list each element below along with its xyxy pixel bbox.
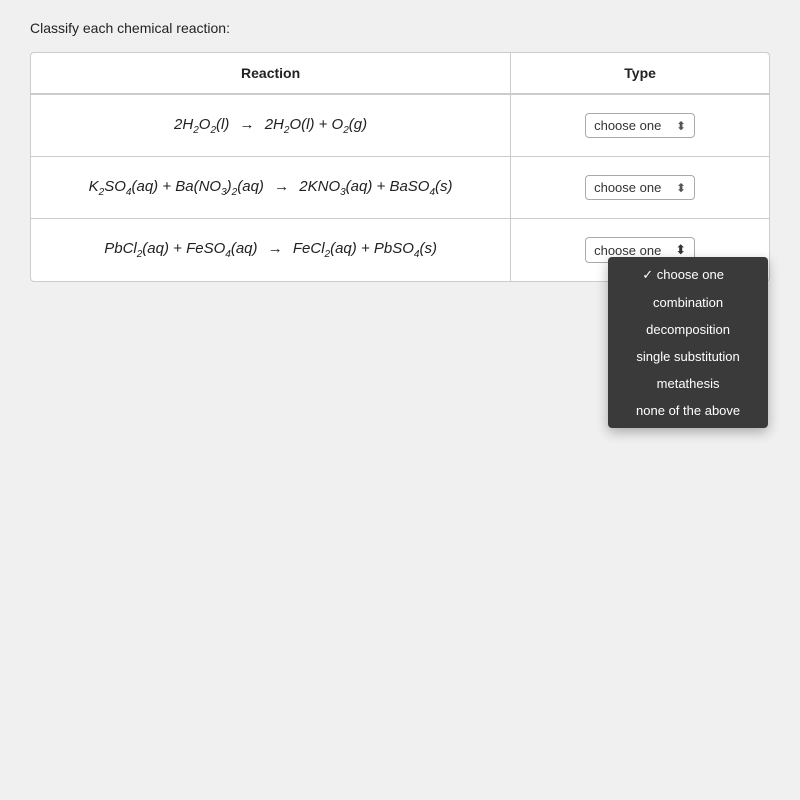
type-cell-2: choose one ⬍ [511, 157, 769, 219]
equation-1: 2H2O2(l) → 2H2O(l) + O2(g) [174, 116, 367, 133]
reaction-cell-3: PbCl2(aq) + FeSO4(aq) → FeCl2(aq) + PbSO… [31, 219, 511, 282]
select-label-row3: choose one [594, 243, 661, 258]
dropdown-option-none-of-the-above[interactable]: none of the above [608, 397, 768, 424]
page-wrapper: Classify each chemical reaction: Reactio… [0, 0, 800, 800]
reactions-table: Reaction Type 2H2O2(l) → 2H2O(l) + O2(g)… [31, 53, 769, 281]
dropdown-option-single-substitution[interactable]: single substitution [608, 343, 768, 370]
table-row: 2H2O2(l) → 2H2O(l) + O2(g) choose one ⬍ [31, 94, 769, 157]
table-row: K2SO4(aq) + Ba(NO3)2(aq) → 2KNO3(aq) + B… [31, 157, 769, 219]
chevron-icon-row3: ⬍ [675, 242, 686, 258]
dropdown-menu-row3: choose one combination decomposition sin… [608, 257, 768, 428]
table-row: PbCl2(aq) + FeSO4(aq) → FeCl2(aq) + PbSO… [31, 219, 769, 282]
dropdown-option-metathesis[interactable]: metathesis [608, 370, 768, 397]
type-cell-1: choose one ⬍ [511, 94, 769, 157]
dropdown-option-combination[interactable]: combination [608, 289, 768, 316]
select-label-row2: choose one [594, 180, 661, 195]
type-cell-3: choose one ⬍ choose one combination deco… [511, 219, 769, 282]
equation-2: K2SO4(aq) + Ba(NO3)2(aq) → 2KNO3(aq) + B… [89, 178, 453, 195]
col-header-type: Type [511, 53, 769, 94]
col-header-reaction: Reaction [31, 53, 511, 94]
equation-3: PbCl2(aq) + FeSO4(aq) → FeCl2(aq) + PbSO… [104, 240, 437, 257]
chevron-icon-row1: ⬍ [676, 119, 686, 133]
table-container: Reaction Type 2H2O2(l) → 2H2O(l) + O2(g)… [30, 52, 770, 282]
reaction-cell-2: K2SO4(aq) + Ba(NO3)2(aq) → 2KNO3(aq) + B… [31, 157, 511, 219]
chevron-icon-row2: ⬍ [676, 181, 686, 195]
reaction-cell-1: 2H2O2(l) → 2H2O(l) + O2(g) [31, 94, 511, 157]
select-row1[interactable]: choose one ⬍ [585, 113, 695, 138]
dropdown-option-choose-one[interactable]: choose one [608, 261, 768, 289]
select-row2[interactable]: choose one ⬍ [585, 175, 695, 200]
page-title: Classify each chemical reaction: [30, 20, 770, 36]
dropdown-option-decomposition[interactable]: decomposition [608, 316, 768, 343]
select-label-row1: choose one [594, 118, 661, 133]
